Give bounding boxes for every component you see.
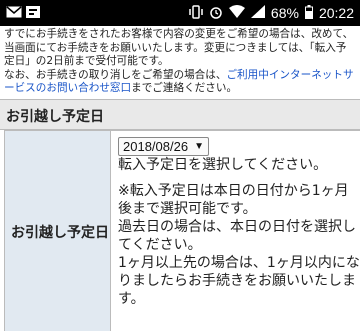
intro-text: すでにお手続きをされたお客様で内容の変更をご希望の場合は、改めて、当画面にてお手… [4, 28, 356, 96]
row-label: お引越し予定日 [5, 131, 111, 331]
date-select-value: 2018/08/26 [123, 138, 189, 154]
intro-line2-suffix: までご連絡ください。 [131, 82, 238, 95]
note-future-date: 1ヶ月以上先の場合は、1ヶ月以内になりましたらお手続きをお願いいたします。 [118, 255, 360, 307]
instruction-text: 転入予定日を選択してください。 [118, 157, 328, 173]
signal-icon [250, 5, 265, 21]
alarm-icon [209, 5, 223, 22]
intro-paragraph-1: すでにお手続きをされたお客様で内容の変更をご希望の場合は、改めて、当画面にてお手… [4, 28, 354, 68]
wifi-icon [228, 5, 245, 21]
section-title: お引越し予定日 [0, 100, 360, 130]
clock: 20:22 [318, 5, 354, 21]
intro-paragraph-2: なお、お手続きの取り消しをご希望の場合は、ご利用中インターネットサービスのお問い… [4, 69, 356, 96]
row-label-text: お引越し予定日 [11, 225, 109, 241]
row-value: 2018/08/26 ▼ 転入予定日を選択してください。 ※転入予定日は本日の日… [112, 131, 360, 331]
note-range: ※転入予定日は本日の日付から1ヶ月後まで選択可能です。 [118, 183, 349, 217]
moving-date-section: お引越し予定日 お引越し予定日 2018/08/26 ▼ 転入予定日を選択してく… [0, 99, 360, 331]
notification-icon [26, 5, 40, 21]
date-select[interactable]: 2018/08/26 ▼ [118, 137, 209, 156]
note-past-date: 過去日の場合は、本日の日付を選択してください。 [118, 219, 356, 253]
vibrate-icon [189, 4, 203, 22]
battery-percent: 68% [270, 5, 299, 21]
mail-icon [6, 5, 22, 21]
battery-icon [304, 4, 313, 22]
status-bar: 68% 20:22 [0, 0, 360, 26]
intro-line2-prefix: なお、お手続きの取り消しをご希望の場合は、 [4, 68, 227, 81]
dropdown-caret-icon: ▼ [194, 140, 204, 152]
moving-date-table: お引越し予定日 2018/08/26 ▼ 転入予定日を選択してください。 ※転入… [4, 130, 360, 331]
